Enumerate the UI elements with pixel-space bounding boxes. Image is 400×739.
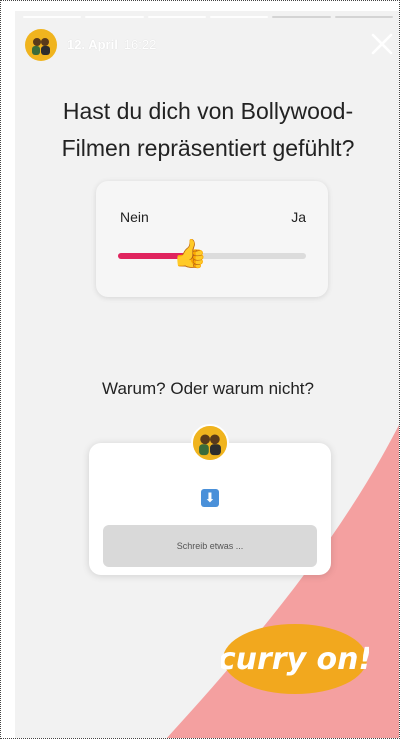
- story-header: 12. April 16:22: [25, 29, 156, 61]
- story-date: 12. April: [67, 37, 118, 52]
- question-sticker[interactable]: ⬇ Schreib etwas ...: [89, 443, 331, 575]
- slider-max-label: Ja: [291, 209, 306, 225]
- slider-min-label: Nein: [120, 209, 149, 225]
- progress-segment: [147, 16, 206, 18]
- avatar: [191, 424, 229, 462]
- story-view[interactable]: 12. April 16:22 Hast du dich von Bollywoo…: [15, 11, 399, 738]
- emoji-slider-sticker[interactable]: Nein Ja 👍: [96, 181, 328, 297]
- slider-track[interactable]: [118, 253, 306, 259]
- progress-segment: [334, 16, 393, 18]
- avatar-icon: [193, 426, 227, 460]
- question-line: Filmen repräsentiert gefühlt?: [61, 135, 355, 161]
- progress-segment: [209, 16, 269, 18]
- progress-segment: [85, 16, 144, 18]
- progress-segment: [272, 16, 331, 18]
- screenshot-frame: 12. April 16:22 Hast du dich von Bollywoo…: [0, 0, 400, 739]
- close-icon[interactable]: [369, 31, 395, 57]
- slider-thumb[interactable]: 👍: [172, 237, 207, 271]
- avatar-icon: [27, 31, 55, 59]
- question-text: Hast du dich von Bollywood- Filmen reprä…: [15, 93, 399, 167]
- reply-input[interactable]: Schreib etwas ...: [103, 525, 317, 567]
- logo-text: curry on!: [221, 642, 369, 677]
- question-line: Hast du dich von Bollywood-: [62, 98, 354, 124]
- progress-segment: [23, 16, 82, 18]
- story-time: 16:22: [123, 37, 157, 52]
- avatar[interactable]: [25, 29, 57, 61]
- story-progress-bar: [23, 16, 393, 18]
- curry-on-logo: curry on!: [221, 624, 369, 694]
- down-arrow-icon: ⬇: [201, 489, 219, 507]
- reply-prompt: Warum? Oder warum nicht?: [102, 379, 314, 398]
